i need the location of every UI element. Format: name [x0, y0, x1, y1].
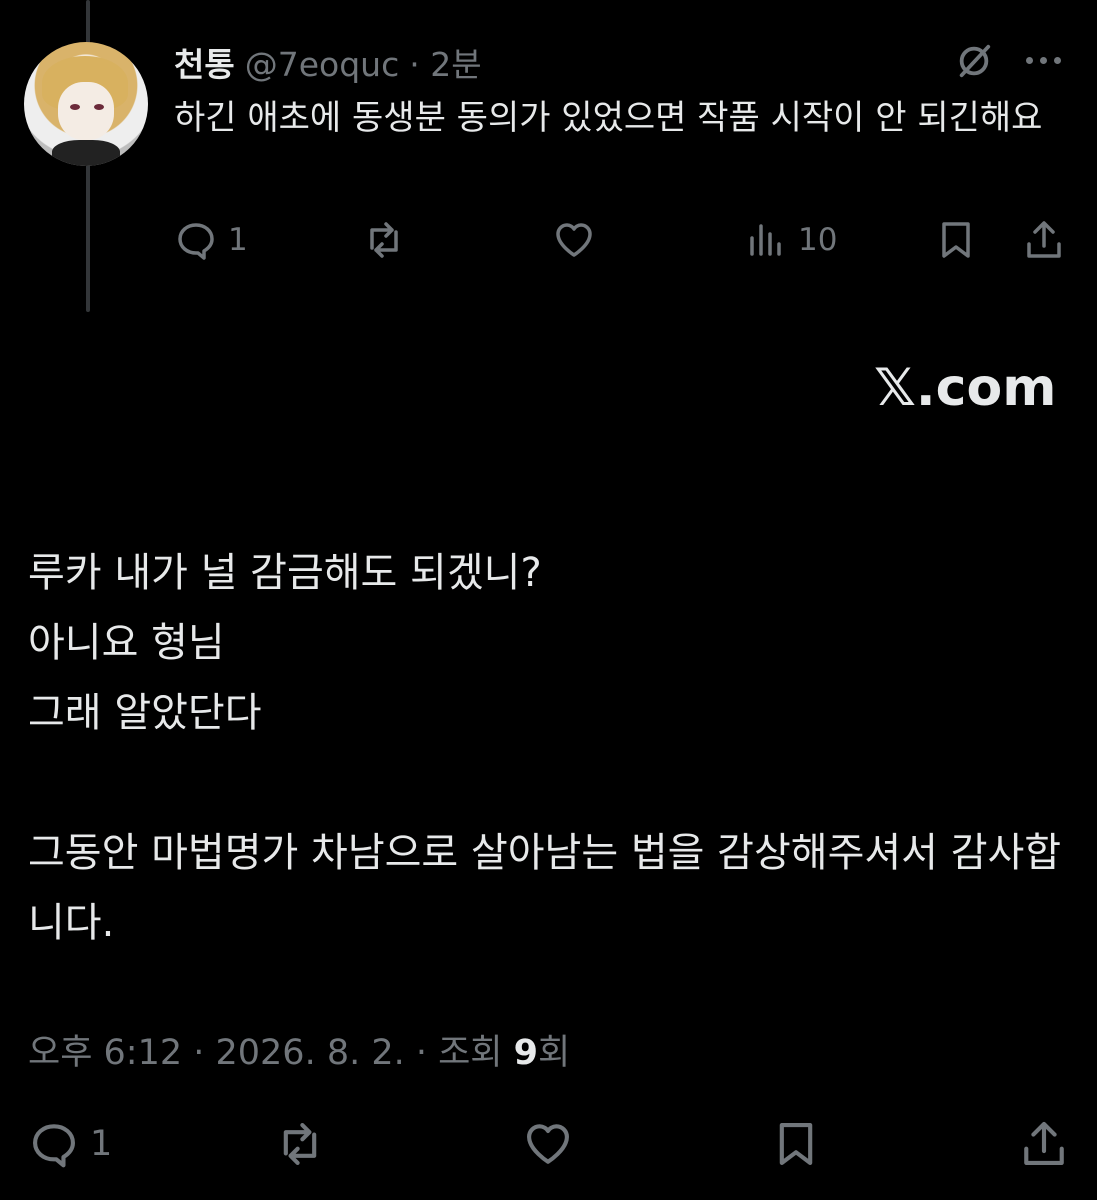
reply-count: 1 — [90, 1124, 113, 1164]
retweet-icon — [283, 1123, 317, 1165]
like-button[interactable] — [552, 218, 606, 262]
avatar[interactable] — [24, 42, 148, 166]
retweet-button[interactable] — [274, 1118, 326, 1170]
reply-button[interactable]: 1 — [174, 218, 248, 262]
reply-button[interactable]: 1 — [28, 1118, 112, 1170]
handle[interactable]: @7eoquc — [245, 45, 400, 84]
reply-count: 1 — [228, 222, 248, 258]
main-line: 아니요 형님 — [28, 620, 225, 666]
reply-icon — [178, 223, 214, 260]
watermark: 𝕏.com — [874, 358, 1057, 418]
view-suffix: 회 — [538, 1033, 571, 1073]
bookmark-button[interactable] — [934, 218, 978, 262]
reply-actions: 1 10 — [174, 218, 1070, 272]
retweet-icon — [370, 222, 398, 258]
grok-icon[interactable] — [955, 42, 993, 80]
bookmark-icon — [779, 1123, 813, 1165]
timestamp[interactable]: · 2분 — [409, 38, 481, 86]
view-total: 9 — [513, 1033, 538, 1073]
like-icon — [527, 1124, 569, 1164]
share-icon — [1027, 221, 1061, 258]
avatar-collar — [52, 140, 120, 166]
views-button[interactable]: 10 — [744, 218, 837, 262]
avatar-eye — [94, 104, 104, 110]
share-button[interactable] — [1022, 218, 1066, 262]
share-button[interactable] — [1018, 1118, 1070, 1170]
main-line: 그동안 마법명가 차남으로 살아남는 법을 감상해주셔서 감사합니다. — [28, 830, 1062, 946]
more-icon[interactable] — [1026, 48, 1070, 72]
retweet-button[interactable] — [362, 218, 416, 262]
display-name[interactable]: 천통 — [174, 38, 235, 86]
post-timestamp[interactable]: 오후 6:12 · 2026. 8. 2. · 조회 — [28, 1033, 514, 1073]
avatar-face — [58, 82, 114, 140]
main-line: 그래 알았단다 — [28, 690, 262, 736]
post-meta: 오후 6:12 · 2026. 8. 2. · 조회 9회 — [28, 1024, 570, 1075]
reply-icon — [33, 1124, 75, 1168]
bookmark-icon — [942, 222, 970, 258]
like-icon — [556, 223, 592, 257]
post-actions: 1 — [28, 1118, 1078, 1174]
share-icon — [1024, 1121, 1064, 1165]
like-button[interactable] — [522, 1118, 574, 1170]
main-line: 루카 내가 널 감금해도 되겠니? — [28, 550, 542, 596]
view-count: 10 — [798, 222, 838, 258]
reply-text: 하긴 애초에 동생분 동의가 있었으면 작품 시작이 안 되긴해요 — [174, 98, 1043, 138]
reply-header: 천통 @7eoquc · 2분 — [174, 38, 482, 86]
main-post-text: 루카 내가 널 감금해도 되겠니? 아니요 형님 그래 알았단다 그동안 마법명… — [28, 538, 1068, 958]
avatar-eye — [70, 104, 80, 110]
views-icon — [750, 224, 781, 256]
bookmark-button[interactable] — [770, 1118, 822, 1170]
